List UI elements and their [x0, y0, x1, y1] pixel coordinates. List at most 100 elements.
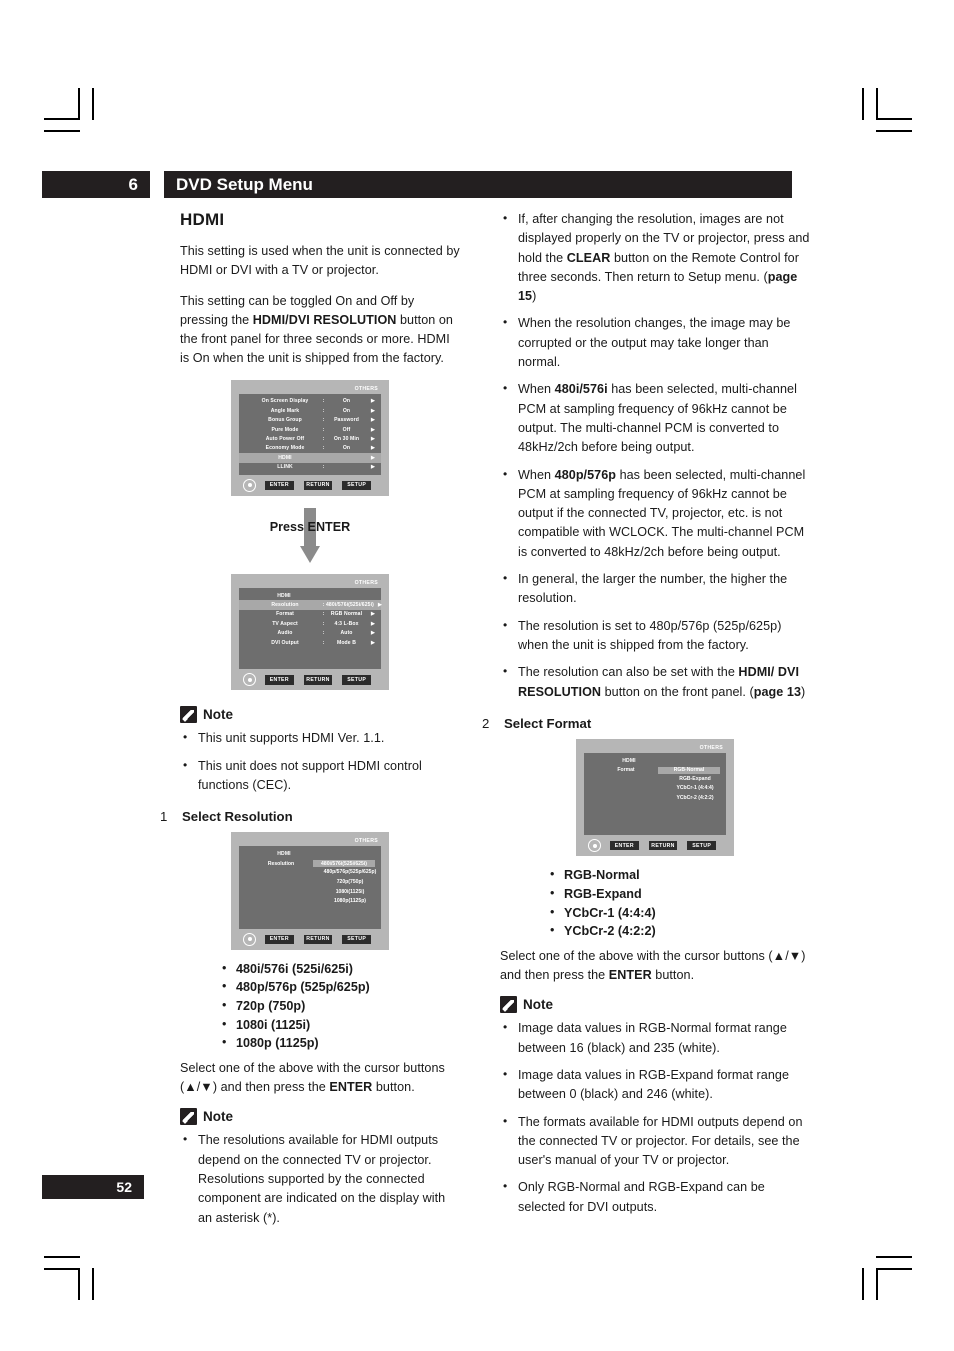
osd-main-menu-figure: OTHERS On Screen Display : On ▶ Angle Ma… [160, 379, 460, 496]
osd-option-row-selected[interactable]: Format RGB-Normal [584, 765, 726, 775]
osd-row[interactable]: Angle Mark : On ▶ [239, 406, 381, 415]
return-button[interactable]: RETURN [303, 934, 333, 944]
bullet-text-pre: When [518, 382, 555, 397]
bullet-text-mid: button on the front panel. ( [601, 684, 754, 699]
note-label: Note [203, 707, 233, 723]
osd-submenu-title: HDMI [239, 591, 381, 600]
osd-row-dvi-output[interactable]: DVI Output : Mode B ▶ [239, 638, 381, 647]
osd-option-label: 1080p(1125p) [334, 898, 366, 905]
osd-row-value: On [342, 407, 351, 414]
osd-row-colon: : [322, 464, 325, 471]
osd-row-value: 4:3 L-Box [334, 620, 359, 627]
enter-button[interactable]: ENTER [610, 841, 639, 851]
note-list: Image data values in RGB-Normal format r… [500, 1018, 810, 1217]
osd-row-label: Economy Mode [265, 445, 305, 452]
enter-button[interactable]: ENTER [265, 480, 294, 490]
osd-hdmi-submenu: OTHERS HDMI Resolution : 480i/576i(525i/… [231, 573, 389, 691]
osd-option-label: RGB-Expand [679, 775, 711, 782]
step-label-pre: Select [182, 809, 225, 825]
osd-row-label: TV Aspect [272, 620, 298, 627]
osd-row[interactable]: Pure Mode : Off ▶ [239, 425, 381, 434]
page-title: HDMI [180, 210, 225, 229]
osd-row-format[interactable]: Format : RGB Normal ▶ [239, 610, 381, 619]
setup-button[interactable]: SETUP [342, 480, 372, 490]
format-options-list: RGB-Normal RGB-Expand YCbCr-1 (4:4:4) YC… [548, 865, 810, 940]
chevron-right-icon: ▶ [371, 464, 375, 471]
step-1-heading: 1 Select Resolution [160, 809, 460, 824]
osd-option-row[interactable]: 720p(750p) [239, 878, 381, 888]
osd-option-row[interactable]: YCbCr-2 (4:2:2) [584, 794, 726, 804]
bullet-text-post: ) [801, 684, 806, 699]
osd-option-row[interactable]: 480p/576p(525p/625p) [239, 868, 381, 878]
bullet-text-post: ) [532, 289, 537, 304]
dpad-icon [243, 932, 256, 946]
list-item: When the resolution changes, the image m… [500, 313, 810, 372]
osd-row-value: Mode B [337, 639, 356, 646]
arrow-down-icon [300, 507, 320, 566]
format-instruction: Select one of the above with the cursor … [500, 947, 810, 986]
step-number: 1 [160, 809, 168, 825]
osd-row-audio[interactable]: Audio : Auto ▶ [239, 628, 381, 637]
osd-option-row[interactable]: RGB-Expand [584, 775, 726, 785]
osd-row-label: Audio [277, 630, 293, 637]
press-enter-indicator: Press ENTER [230, 507, 390, 566]
note-label: Note [203, 1109, 233, 1125]
osd-option-row[interactable]: 1080i(1125i) [239, 888, 381, 898]
enter-button[interactable]: ENTER [265, 934, 294, 944]
list-item: This unit does not support HDMI control … [180, 756, 460, 796]
osd-option-row[interactable]: 1080p(1125p) [239, 897, 381, 907]
return-button[interactable]: RETURN [648, 841, 678, 851]
osd-footer: ENTER RETURN SETUP [239, 478, 381, 492]
osd-footer: ENTER RETURN SETUP [239, 932, 381, 946]
osd-row[interactable]: Economy Mode : On ▶ [239, 444, 381, 453]
right-column: If, after changing the resolution, image… [482, 209, 810, 1225]
note-list: The resolutions available for HDMI outpu… [180, 1130, 460, 1227]
list-item: 1080p (1125p) [220, 1033, 460, 1053]
setup-button[interactable]: SETUP [342, 675, 372, 685]
pencil-icon [180, 1108, 197, 1126]
osd-others-label: OTHERS [354, 579, 378, 586]
osd-option-label: 1080i(1125i) [335, 888, 365, 895]
bullet-bold-term: 480p/576p [554, 467, 617, 482]
setup-button[interactable]: SETUP [687, 841, 717, 851]
osd-row-label: Auto Power Off [265, 436, 305, 443]
osd-row[interactable]: LLINK : ▶ [239, 463, 381, 472]
list-item: 480p/576p (525p/625p) [220, 977, 460, 997]
note-heading: Note [500, 996, 810, 1014]
instruction-post: button. [651, 968, 695, 983]
osd-row[interactable]: On Screen Display : On ▶ [239, 397, 381, 406]
list-item: When 480i/576i has been selected, multi-… [500, 379, 810, 457]
list-item: 480i/576i (525i/625i) [220, 959, 460, 979]
list-item: 720p (750p) [220, 996, 460, 1016]
osd-row[interactable]: Bonus Group : Password ▶ [239, 416, 381, 425]
osd-main-menu: OTHERS On Screen Display : On ▶ Angle Ma… [231, 379, 389, 496]
crop-mark-bottom-right [860, 1248, 912, 1300]
osd-row-hdmi-selected[interactable]: HDMI ▶ [239, 453, 381, 463]
osd-resolution-figure: OTHERS HDMI Resolution 480i/576i(525i/62… [160, 832, 460, 950]
osd-row-resolution[interactable]: Resolution : 480i/576i(525i/625i) ▶ [239, 600, 382, 610]
osd-row[interactable]: Auto Power Off : On 30 Min ▶ [239, 434, 381, 443]
return-button[interactable]: RETURN [303, 480, 333, 490]
osd-submenu-title-label: HDMI [277, 851, 291, 858]
bullet-bold-term: 480i/576i [554, 382, 608, 397]
osd-format-panel: HDMI Format RGB-Normal RGB-Expand YCbCr-… [584, 752, 726, 836]
setup-button[interactable]: SETUP [342, 934, 372, 944]
resolution-instruction: Select one of the above with the cursor … [180, 1059, 460, 1098]
osd-format-figure: OTHERS HDMI Format RGB-Normal RGB-Expand… [500, 738, 810, 857]
step-2-heading: 2 Select Format [482, 716, 810, 731]
osd-row-tv-aspect[interactable]: TV Aspect : 4:3 L-Box ▶ [239, 619, 381, 628]
osd-option-row-selected[interactable]: Resolution 480i/576i(525i/625i) [239, 859, 381, 869]
osd-submenu-title: HDMI [239, 849, 381, 858]
list-item: Image data values in RGB-Expand format r… [500, 1065, 810, 1105]
return-button[interactable]: RETURN [303, 675, 333, 685]
bullet-text-pre: When [518, 467, 555, 482]
chevron-right-icon: ▶ [371, 611, 375, 618]
list-item: The formats available for HDMI outputs d… [500, 1112, 810, 1171]
enter-button[interactable]: ENTER [265, 675, 294, 685]
osd-option-label: 480p/576p(525p/625p) [323, 869, 377, 876]
osd-option-label: YCbCr-1 (4:4:4) [676, 785, 714, 792]
osd-option-row[interactable]: YCbCr-1 (4:4:4) [584, 784, 726, 794]
list-item: RGB-Expand [548, 884, 810, 904]
page-reference: page 13 [753, 684, 802, 699]
bullet-text-pre: The resolution can also be set with the [518, 665, 739, 680]
